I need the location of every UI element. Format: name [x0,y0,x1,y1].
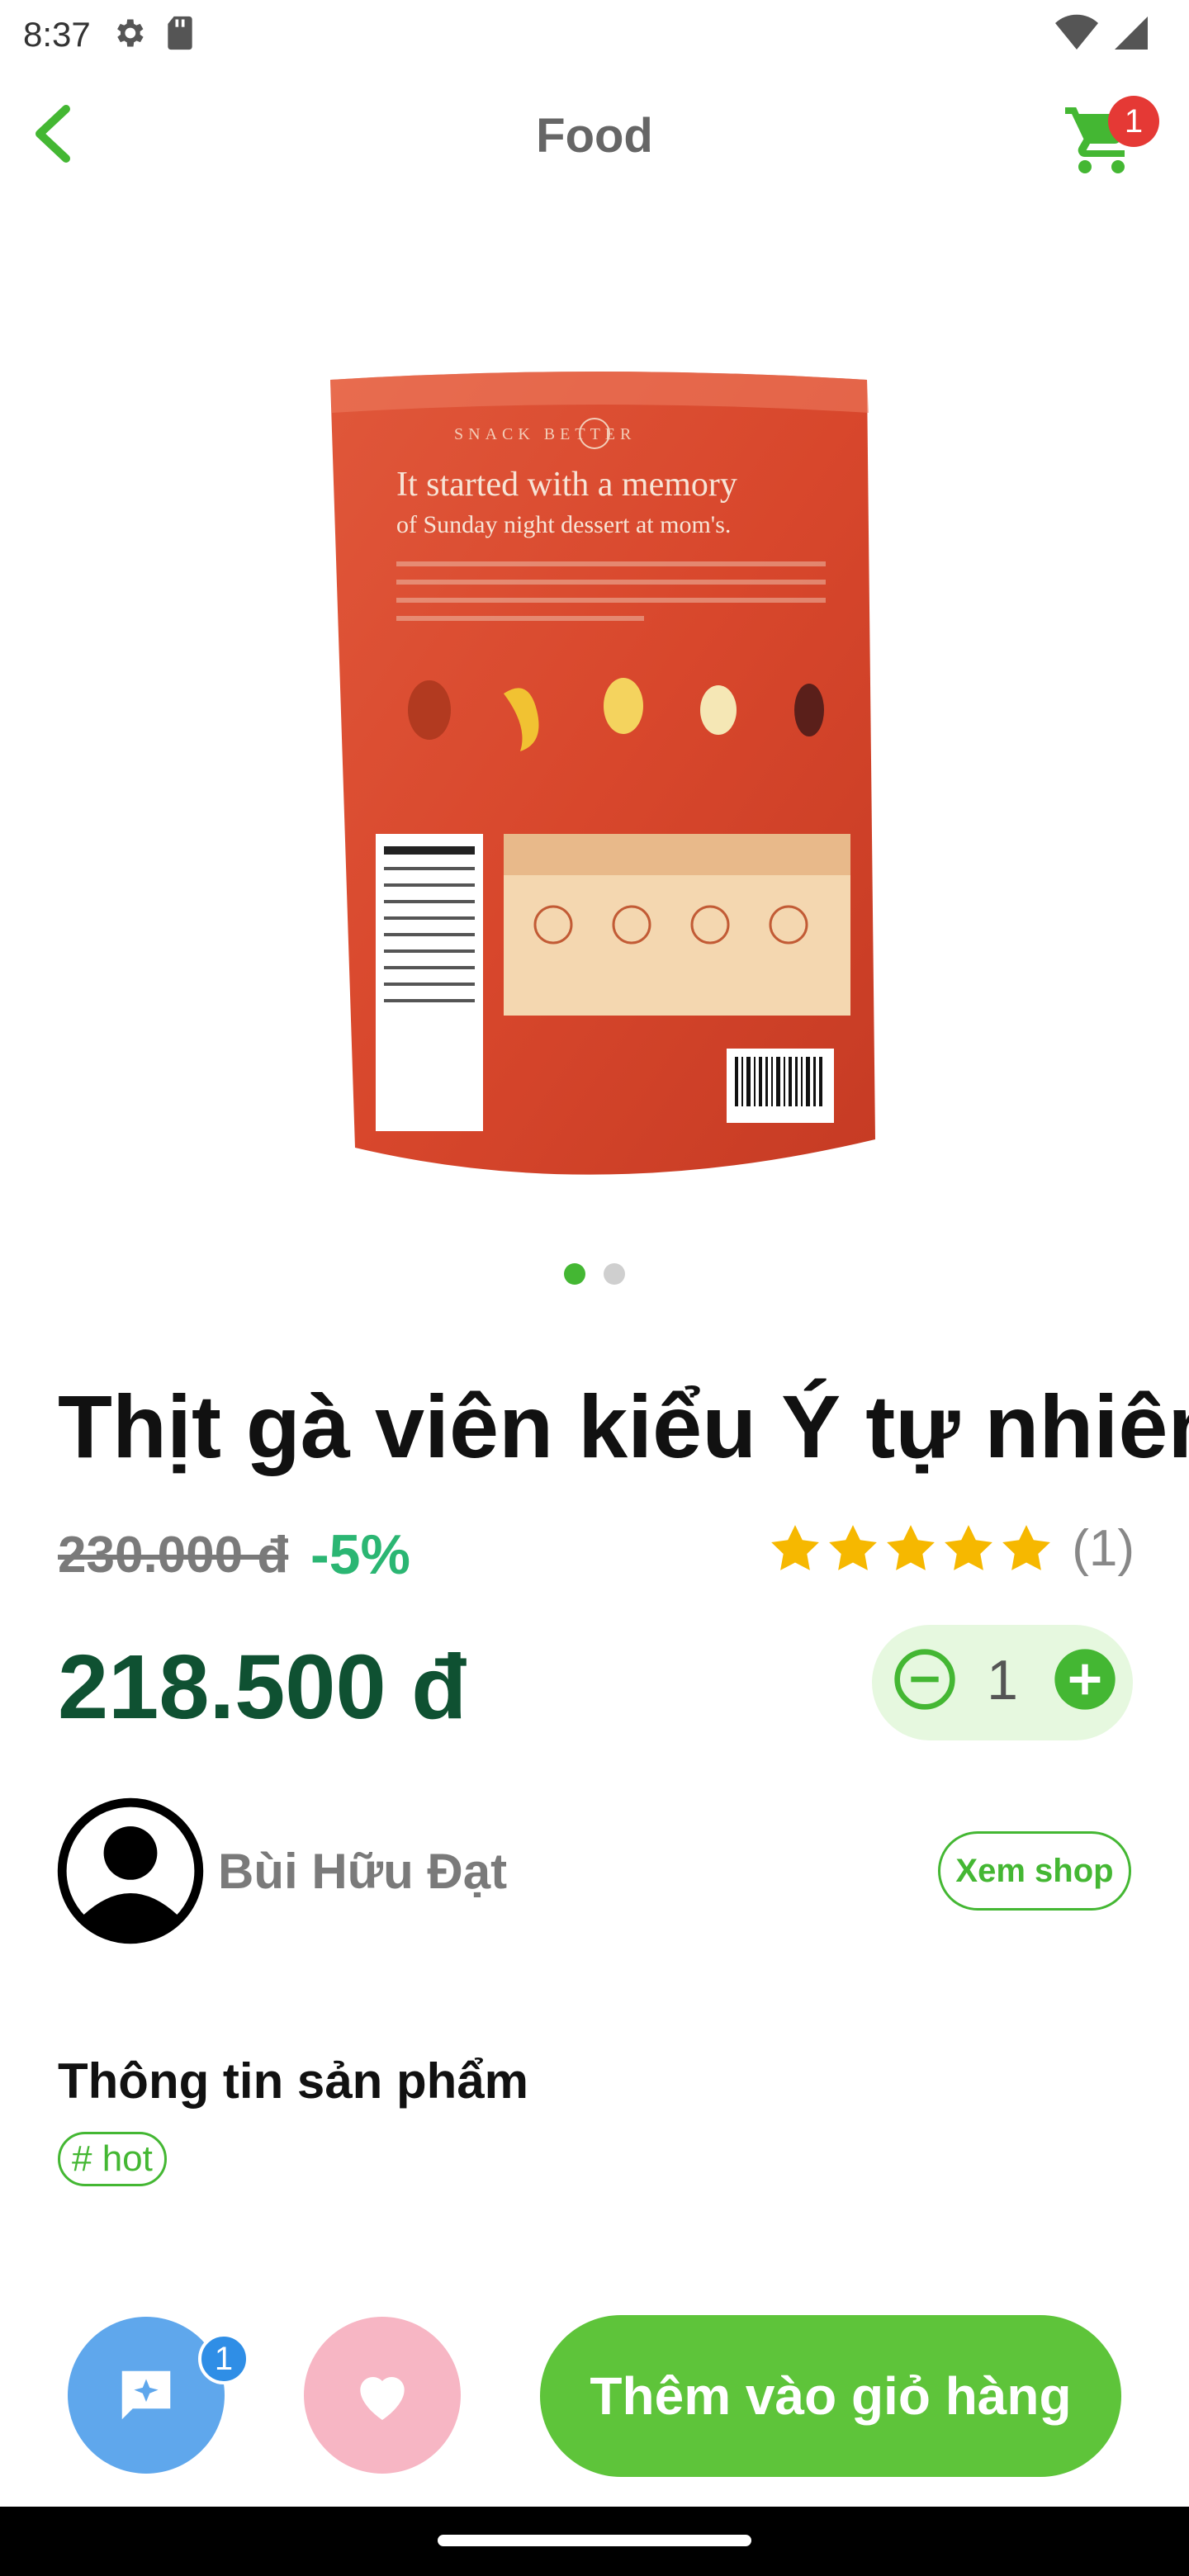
app-bar: Food 1 [0,69,1189,201]
gallery-pagination [0,1263,1189,1285]
user-icon [57,1797,204,1944]
heart-icon [360,2376,405,2420]
chat-badge: 1 [198,2333,249,2384]
star-icon [829,1524,878,1570]
cart-badge: 1 [1108,96,1159,147]
shop-name[interactable]: Bùi Hữu Đạt [218,1843,507,1900]
add-to-cart-button[interactable]: Thêm vào giỏ hàng [540,2315,1121,2477]
sd-card-icon [163,15,197,55]
settings-icon [111,15,147,55]
product-image[interactable]: SNACK BETTER It started with a memory of… [306,363,892,1214]
view-shop-button[interactable]: Xem shop [938,1831,1131,1911]
status-icons-left [111,15,197,55]
chat-button[interactable] [68,2317,225,2474]
svg-text:It started with a memory: It started with a memory [396,466,737,504]
hashtag[interactable]: # hot [58,2132,167,2186]
quantity-stepper: 1 [872,1625,1133,1740]
star-icon [945,1524,993,1570]
star-icon [1002,1524,1051,1570]
gallery-dot-2[interactable] [604,1263,625,1285]
signal-icon [1111,13,1151,57]
star-icon [887,1524,936,1570]
plus-circle-icon [1054,1649,1116,1710]
chevron-left-icon [36,105,70,163]
rating-count: (1) [1072,1520,1135,1577]
wifi-icon [1054,13,1100,57]
product-title: Thịt gà viên kiểu Ý tự nhiên [58,1376,1189,1476]
old-price: 230.000 đ [58,1527,289,1584]
svg-text:SNACK BETTER: SNACK BETTER [454,425,636,443]
status-time: 8:37 [23,15,91,54]
price: 218.500 đ [58,1636,467,1738]
rating-stars [768,1522,1054,1576]
status-icons-right [1054,13,1151,57]
product-info-heading: Thông tin sản phẩm [58,2053,528,2109]
page-title: Food [536,108,653,163]
increase-quantity-button[interactable] [1052,1646,1118,1712]
product-photo: SNACK BETTER It started with a memory of… [330,372,875,1175]
chat-icon [121,2370,171,2420]
discount-badge: -5% [310,1523,410,1586]
favorite-button[interactable] [304,2317,461,2474]
gallery-dot-1[interactable] [564,1263,585,1285]
status-bar: 8:37 [0,0,1189,69]
avatar[interactable] [56,1797,205,1945]
back-button[interactable] [20,101,86,167]
home-indicator[interactable] [438,2535,751,2546]
rating: (1) [768,1519,1135,1578]
cart-button[interactable]: 1 [1062,96,1159,180]
svg-text:of Sunday night dessert at mom: of Sunday night dessert at mom's. [396,511,731,538]
star-icon [771,1524,820,1570]
